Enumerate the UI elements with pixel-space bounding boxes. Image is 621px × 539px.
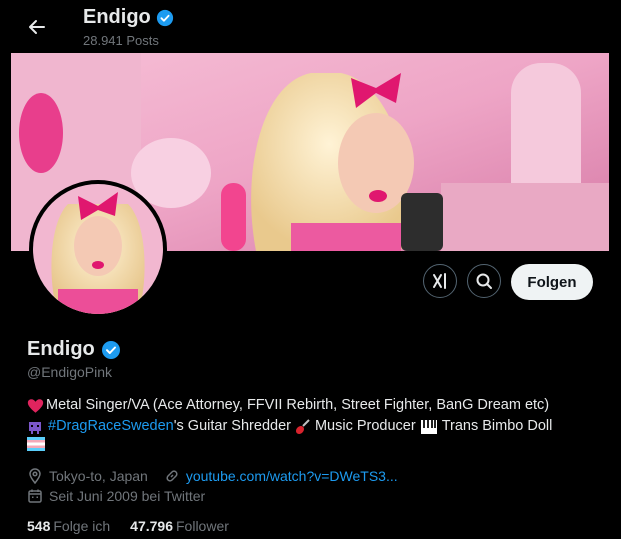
grok-icon xyxy=(433,273,446,289)
location-icon xyxy=(29,468,41,484)
avatar[interactable] xyxy=(29,180,167,318)
profile-handle: @EndigoPink xyxy=(27,364,113,380)
back-arrow-icon xyxy=(29,20,45,34)
profile-name: Endigo xyxy=(27,338,95,360)
following-link[interactable]: 548 Folge ich xyxy=(27,518,110,534)
bio-line-3 xyxy=(27,437,607,451)
follow-stats: 548 Folge ich 47.796 Follower xyxy=(27,518,229,534)
joined-row: Seit Juni 2009 bei Twitter xyxy=(27,488,205,504)
trans-flag-emoji-icon xyxy=(27,437,45,451)
search-icon xyxy=(476,273,492,289)
followers-count: 47.796 xyxy=(130,518,173,534)
guitar-emoji-icon xyxy=(295,418,310,434)
hashtag-link[interactable]: #DragRaceSweden xyxy=(48,416,174,437)
bio-text-3: Music Producer xyxy=(314,418,416,434)
following-count: 548 xyxy=(27,518,51,534)
verified-icon xyxy=(156,9,173,26)
grok-button[interactable] xyxy=(423,264,457,298)
search-button[interactable] xyxy=(467,264,501,298)
follow-button[interactable]: Folgen xyxy=(511,264,593,300)
calendar-icon xyxy=(28,489,42,503)
verified-icon xyxy=(101,340,120,359)
alien-emoji-icon xyxy=(29,421,41,434)
header-title-wrap: Endigo xyxy=(83,6,174,29)
back-button[interactable] xyxy=(22,12,52,42)
followers-link[interactable]: 47.796 Follower xyxy=(130,518,229,534)
bio-text-2: 's Guitar Shredder xyxy=(173,418,291,434)
bio-line-1: Metal Singer/VA (Ace Attorney, FFVII Reb… xyxy=(27,395,607,416)
bio-text-4: Trans Bimbo Doll xyxy=(441,418,553,434)
bio-text-1: Metal Singer/VA (Ace Attorney, FFVII Reb… xyxy=(46,397,550,413)
profile-meta-row: Tokyo-to, Japan youtube.com/watch?v=DWeT… xyxy=(27,468,398,484)
profile-header-bar: Endigo 28.941 Posts xyxy=(0,0,621,52)
joined-text: Seit Juni 2009 bei Twitter xyxy=(49,488,206,504)
following-label: Folge ich xyxy=(53,518,111,534)
header-title: Endigo xyxy=(83,6,151,28)
profile-bio: Metal Singer/VA (Ace Attorney, FFVII Reb… xyxy=(27,395,607,451)
followers-label: Follower xyxy=(176,518,229,534)
profile-name-wrap: Endigo xyxy=(27,338,121,361)
posts-count: 28.941 Posts xyxy=(83,33,159,48)
link-icon xyxy=(166,470,178,482)
website-link[interactable]: youtube.com/watch?v=DWeTS3... xyxy=(186,468,398,484)
bio-line-2: #DragRaceSweden 's Guitar Shredder Music… xyxy=(27,416,607,437)
piano-emoji-icon xyxy=(420,419,437,434)
location-text: Tokyo-to, Japan xyxy=(49,468,148,484)
heart-emoji-icon xyxy=(27,398,44,413)
